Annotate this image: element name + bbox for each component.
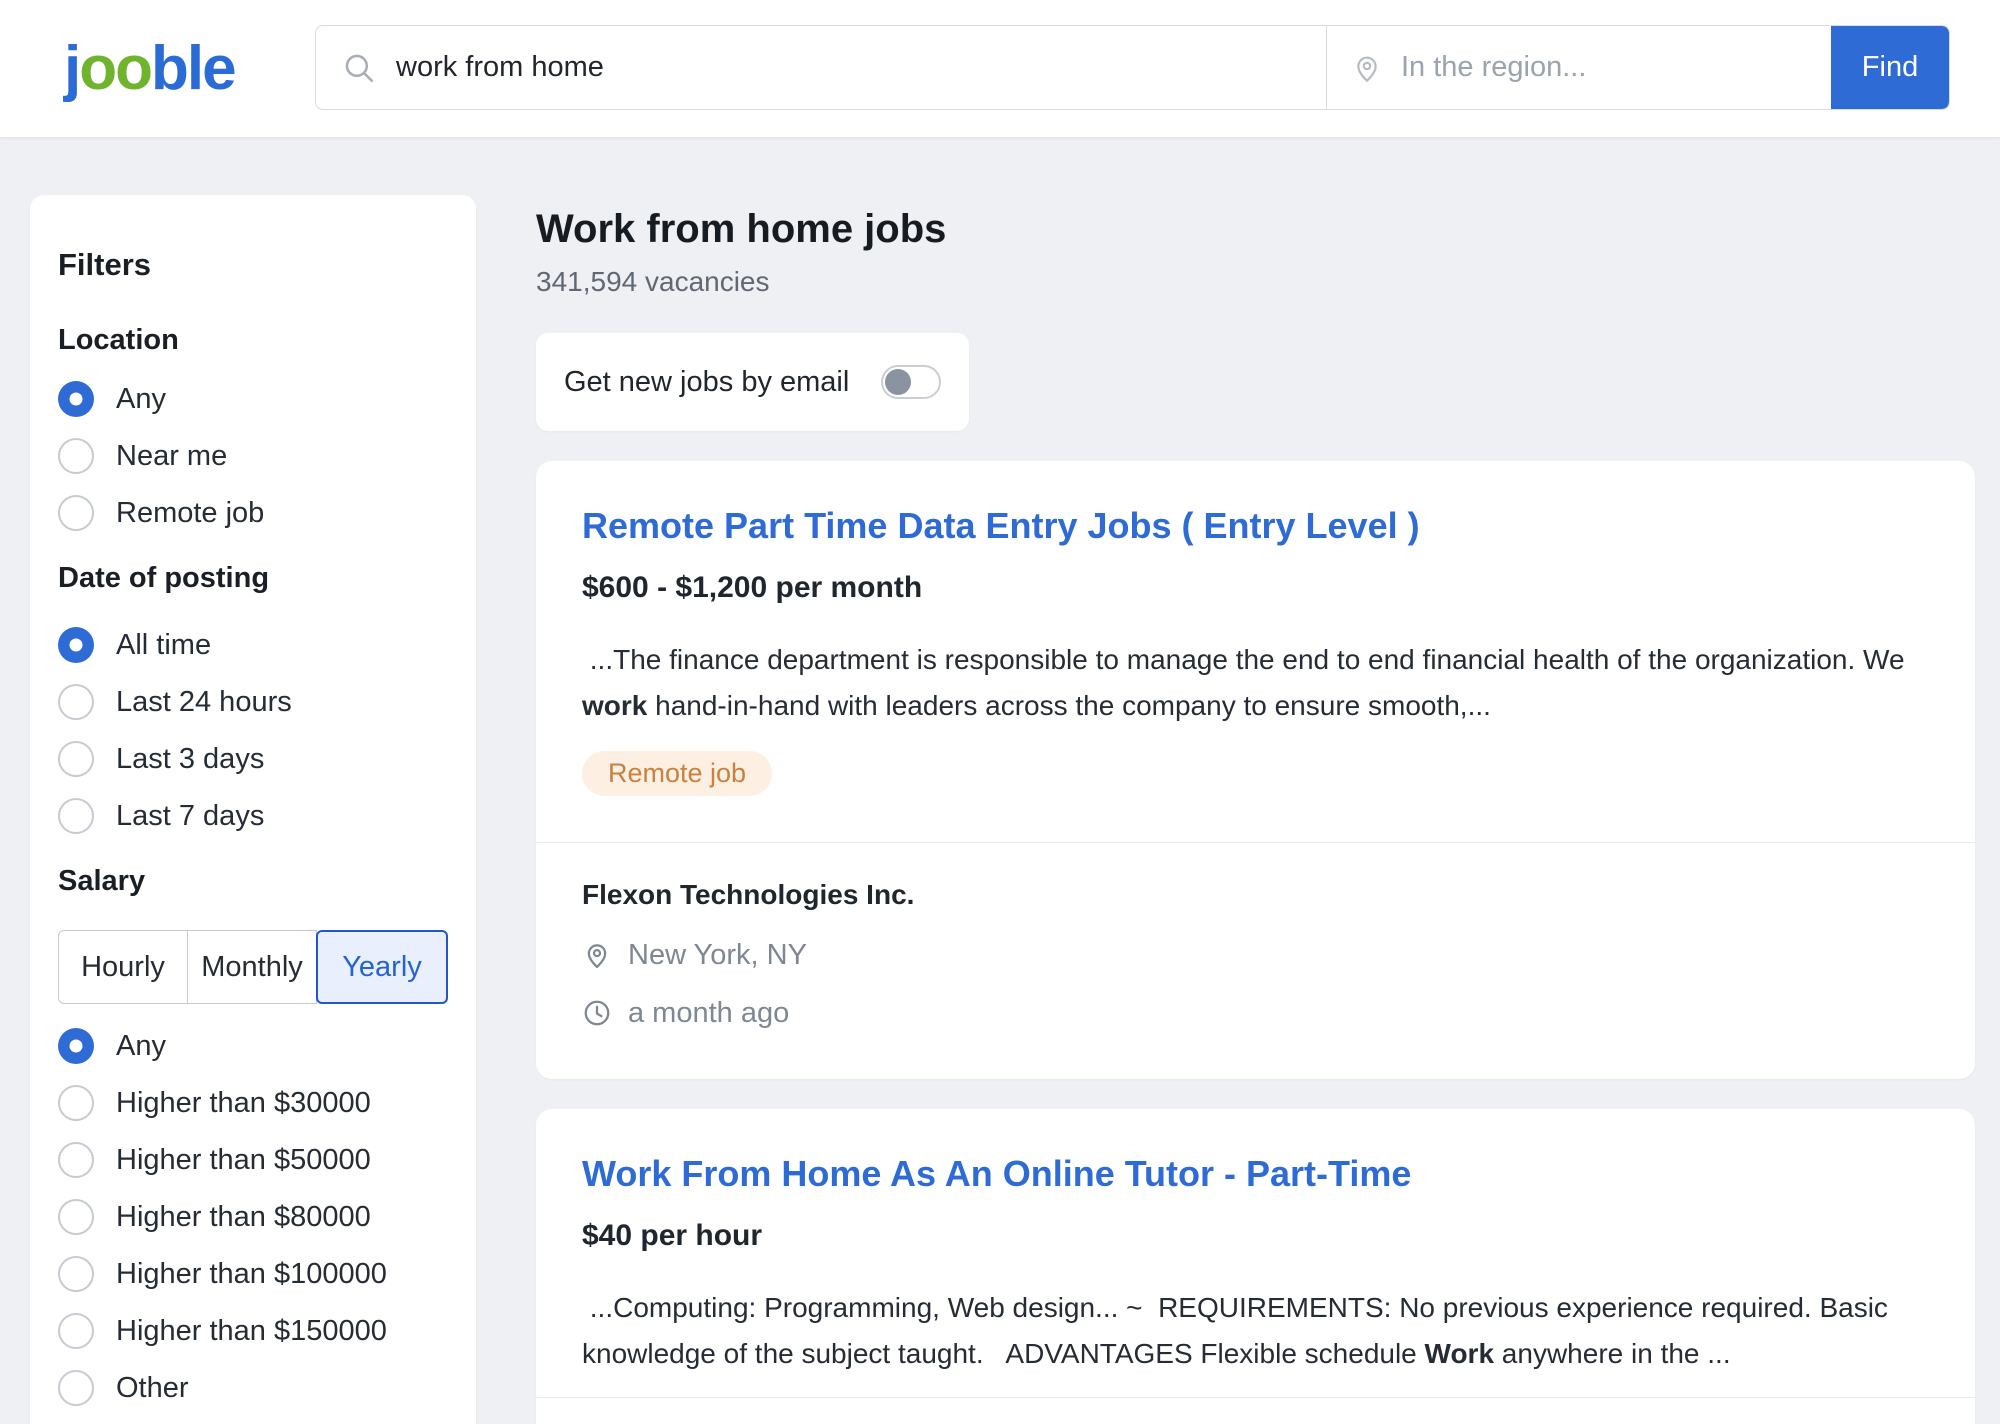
location-section-label: Location [58,323,448,357]
radio-label: Higher than $50000 [116,1144,371,1177]
location-pin-icon [582,940,612,970]
job-salary: $600 - $1,200 per month [582,569,1929,607]
email-subscribe-label: Get new jobs by email [564,366,849,399]
job-title-link[interactable]: Work From Home As An Online Tutor - Part… [582,1151,1929,1197]
radio-label: Last 7 days [116,800,264,833]
jooble-search-page: jooble Find Filters Location Any Near me [0,0,2000,1424]
job-card: Work From Home As An Online Tutor - Part… [536,1109,1975,1424]
radio-button[interactable] [58,1370,94,1406]
salary-option-150000[interactable]: Higher than $150000 [58,1313,448,1349]
location-pin-icon [1351,52,1383,84]
salary-option-100000[interactable]: Higher than $100000 [58,1256,448,1292]
job-location: New York, NY [628,939,807,972]
radio-button[interactable] [58,1199,94,1235]
radio-label: Other [116,1372,189,1405]
tab-monthly[interactable]: Monthly [187,930,317,1004]
page-title: Work from home jobs [536,207,1975,251]
radio-label: Higher than $30000 [116,1087,371,1120]
email-subscribe-card: Get new jobs by email [536,333,969,431]
header: jooble Find [0,0,2000,137]
description-highlight: work [582,690,647,721]
date-option-last-24-hours[interactable]: Last 24 hours [58,684,448,720]
jooble-logo[interactable]: jooble [64,0,235,137]
radio-button[interactable] [58,495,94,531]
radio-label: Remote job [116,497,264,530]
card-divider [536,1397,1975,1398]
location-option-remote-job[interactable]: Remote job [58,495,448,531]
job-description: ...The finance department is responsible… [582,637,1929,729]
salary-option-30000[interactable]: Higher than $30000 [58,1085,448,1121]
job-salary: $40 per hour [582,1217,1929,1255]
radio-label: Higher than $100000 [116,1258,387,1291]
radio-button[interactable] [58,1028,94,1064]
search-bar: Find [315,25,1950,110]
description-highlight: Work [1425,1338,1495,1369]
email-subscribe-toggle[interactable] [881,365,941,399]
filters-title: Filters [58,247,448,283]
company-name: Flexon Technologies Inc. [582,877,1929,913]
salary-option-50000[interactable]: Higher than $50000 [58,1142,448,1178]
radio-label: Last 24 hours [116,686,292,719]
date-section-label: Date of posting [58,561,448,595]
card-divider [536,842,1975,843]
job-posted-row: a month ago [582,993,1929,1033]
logo-part: j [64,33,79,104]
vacancies-count: 341,594 vacancies [536,267,1975,297]
job-posted: a month ago [628,997,789,1030]
job-card: Remote Part Time Data Entry Jobs ( Entry… [536,461,1975,1079]
clock-icon [582,998,612,1028]
radio-button[interactable] [58,1256,94,1292]
radio-label: Near me [116,440,227,473]
find-button[interactable]: Find [1831,26,1949,109]
region-section [1326,26,1831,109]
salary-option-80000[interactable]: Higher than $80000 [58,1199,448,1235]
keyword-input[interactable] [394,50,1326,85]
region-input[interactable] [1399,50,1831,85]
radio-button[interactable] [58,741,94,777]
logo-part: oo [79,33,151,104]
salary-option-any[interactable]: Any [58,1028,448,1064]
salary-period-tabs: Hourly Monthly Yearly [58,930,448,1004]
radio-button[interactable] [58,438,94,474]
radio-label: Higher than $150000 [116,1315,387,1348]
job-location-row: New York, NY [582,935,1929,975]
date-option-all-time[interactable]: All time [58,627,448,663]
location-option-near-me[interactable]: Near me [58,438,448,474]
job-description: ...Computing: Programming, Web design...… [582,1285,1929,1377]
logo-part: ble [151,33,235,104]
salary-option-other[interactable]: Other [58,1370,448,1406]
description-text: anywhere in the ... [1494,1338,1731,1369]
radio-label: Higher than $80000 [116,1201,371,1234]
filters-panel: Filters Location Any Near me Remote job … [30,195,476,1424]
radio-label: All time [116,629,211,662]
radio-label: Last 3 days [116,743,264,776]
radio-button[interactable] [58,1313,94,1349]
date-option-last-7-days[interactable]: Last 7 days [58,798,448,834]
location-option-any[interactable]: Any [58,381,448,417]
tab-hourly[interactable]: Hourly [58,930,188,1004]
radio-button[interactable] [58,798,94,834]
radio-button[interactable] [58,684,94,720]
description-text: hand-in-hand with leaders across the com… [647,690,1491,721]
search-icon [342,51,376,85]
radio-button[interactable] [58,627,94,663]
date-option-last-3-days[interactable]: Last 3 days [58,741,448,777]
radio-label: Any [116,383,166,416]
salary-section-label: Salary [58,864,448,898]
radio-button[interactable] [58,381,94,417]
radio-button[interactable] [58,1142,94,1178]
remote-job-badge: Remote job [582,751,772,796]
keyword-section [316,26,1326,109]
results-column: Work from home jobs 341,594 vacancies Ge… [536,195,1975,1424]
toggle-knob [885,369,911,395]
radio-button[interactable] [58,1085,94,1121]
job-title-link[interactable]: Remote Part Time Data Entry Jobs ( Entry… [582,503,1929,549]
radio-label: Any [116,1030,166,1063]
description-text: ...The finance department is responsible… [582,644,1912,675]
tab-yearly[interactable]: Yearly [316,930,448,1004]
